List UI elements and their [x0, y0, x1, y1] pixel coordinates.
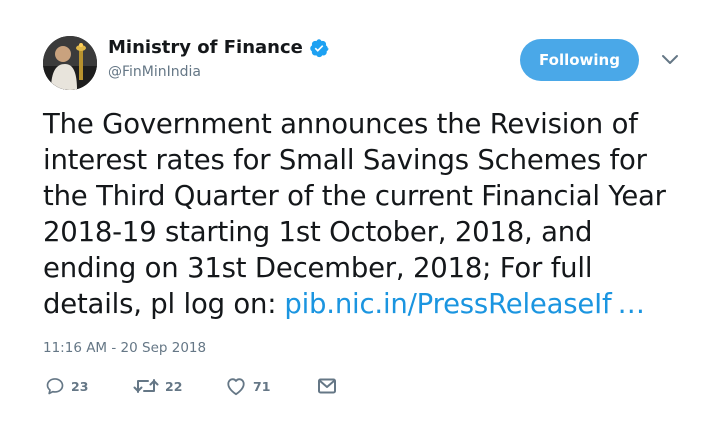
account-header: Ministry of Finance @FinMinIndia	[108, 36, 329, 80]
retweet-count: 22	[165, 378, 183, 394]
tweet-line-last: details, pl log on: pib.nic.in/PressRelea…	[43, 286, 713, 322]
retweet-icon	[133, 379, 159, 393]
avatar-image	[43, 36, 97, 90]
reply-button[interactable]: 23	[45, 375, 88, 397]
tweet-line-prefix: details, pl log on:	[43, 288, 277, 320]
following-button[interactable]: Following	[520, 39, 639, 81]
link-ellipsis: …	[617, 288, 646, 320]
display-name-row[interactable]: Ministry of Finance	[108, 36, 329, 60]
tweet-line: The Government announces the Revision of	[43, 108, 638, 140]
tweet-text: The Government announces the Revision of…	[43, 106, 713, 322]
tweet-timestamp[interactable]: 11:16 AM - 20 Sep 2018	[43, 340, 206, 356]
retweet-button[interactable]: 22	[133, 375, 182, 397]
direct-message-button[interactable]	[317, 375, 337, 397]
press-release-link[interactable]: pib.nic.in/PressReleaseIf	[284, 288, 611, 320]
like-icon	[227, 378, 245, 396]
reply-count: 23	[71, 378, 89, 394]
tweet-line: ending on 31st December, 2018; For full	[43, 252, 593, 284]
account-handle[interactable]: @FinMinIndia	[108, 64, 329, 80]
like-button[interactable]: 71	[225, 375, 270, 397]
reply-icon	[46, 378, 64, 395]
like-count: 71	[253, 378, 271, 394]
avatar[interactable]	[43, 36, 97, 90]
direct-message-icon	[318, 378, 336, 394]
verified-badge-icon	[310, 39, 329, 58]
tweet-line: interest rates for Small Savings Schemes…	[43, 144, 647, 176]
chevron-down-icon[interactable]	[660, 52, 680, 68]
display-name[interactable]: Ministry of Finance	[108, 36, 303, 60]
tweet-line: 2018-19 starting 1st October, 2018, and	[43, 216, 593, 248]
tweet-line: the Third Quarter of the current Financi…	[43, 180, 666, 212]
